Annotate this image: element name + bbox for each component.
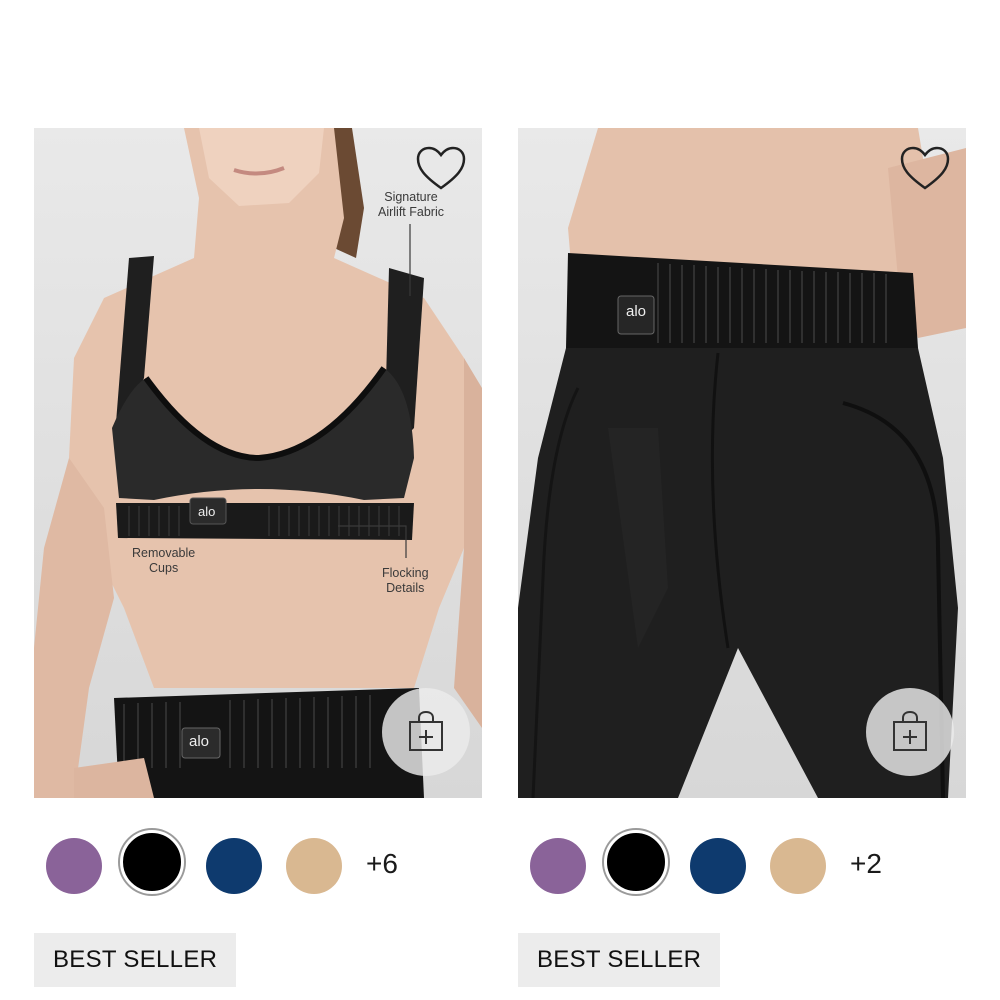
product-image-bra[interactable]: Signature Airlift Fabric Removable Cups … [34, 128, 482, 798]
product-card-leggings[interactable]: alo +2 BEST SELLER [518, 128, 966, 987]
heart-icon [900, 146, 950, 190]
more-colors-link[interactable]: +6 [366, 848, 398, 880]
leggings-logo: alo [189, 733, 210, 750]
callout-flocking-details: Flocking Details [382, 566, 429, 595]
swatch-tan[interactable] [770, 838, 826, 894]
quick-add-button[interactable] [866, 688, 954, 776]
quick-add-button[interactable] [382, 688, 470, 776]
wishlist-button[interactable] [414, 144, 468, 194]
best-seller-badge: BEST SELLER [518, 933, 721, 987]
product-image-leggings[interactable]: alo [518, 128, 966, 798]
more-colors-link[interactable]: +2 [850, 848, 882, 880]
swatch-tan[interactable] [286, 838, 342, 894]
callout-signature-fabric: Signature Airlift Fabric [378, 190, 444, 219]
shopping-bag-plus-icon [893, 710, 927, 751]
callout-removable-cups: Removable Cups [132, 546, 196, 575]
swatch-navy[interactable] [690, 838, 746, 894]
color-swatches: +2 [530, 830, 970, 902]
heart-icon [416, 146, 466, 190]
product-grid: Signature Airlift Fabric Removable Cups … [0, 0, 1000, 1000]
swatch-black[interactable] [604, 830, 668, 894]
swatch-navy[interactable] [206, 838, 262, 894]
wishlist-button[interactable] [898, 144, 952, 194]
swatch-black[interactable] [120, 830, 184, 894]
bra-logo: alo [198, 504, 216, 519]
shopping-bag-plus-icon [409, 710, 443, 751]
best-seller-badge: BEST SELLER [34, 933, 237, 987]
swatch-purple[interactable] [46, 838, 102, 894]
swatch-purple[interactable] [530, 838, 586, 894]
color-swatches: +6 [46, 830, 486, 902]
product-card-bra[interactable]: Signature Airlift Fabric Removable Cups … [34, 128, 482, 987]
leggings-logo: alo [626, 303, 647, 320]
